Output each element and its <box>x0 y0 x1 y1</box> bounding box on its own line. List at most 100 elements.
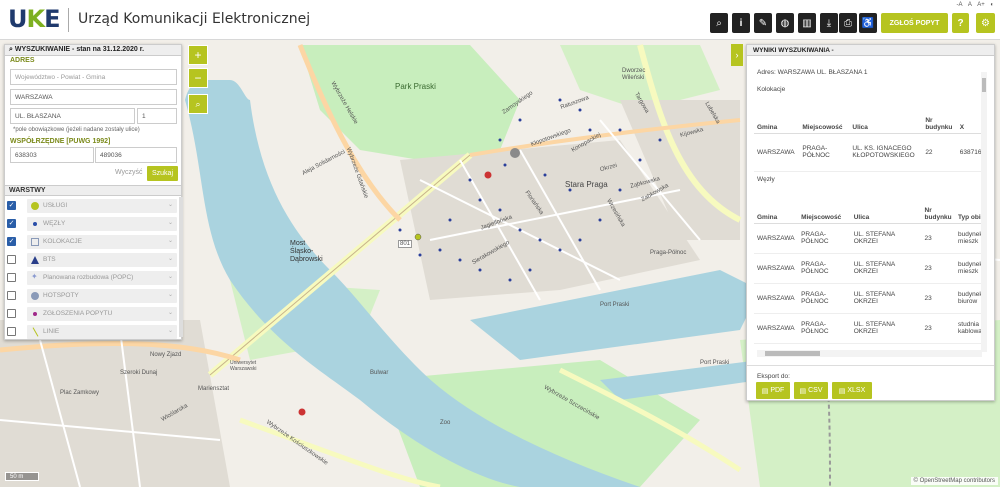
table-cell: PRAGA-PÓŁNOC <box>798 313 851 344</box>
table-header-cell[interactable]: Miejscowość <box>799 101 850 134</box>
table-cell: WARSZAWA <box>754 283 799 314</box>
table-header-cell[interactable]: Nr budynku <box>921 191 956 224</box>
zoom-out-button[interactable]: − <box>188 68 208 88</box>
map-label: Most Śląsko-Dąbrowski <box>290 240 323 263</box>
table-header-cell[interactable]: Gmina <box>754 191 799 224</box>
building-number-input[interactable]: 1 <box>137 108 177 124</box>
map-label: Mariensztat <box>198 386 230 392</box>
export-csv-button[interactable]: ▤ CSV <box>794 382 828 399</box>
font-normal-button[interactable]: A <box>968 2 972 8</box>
report-demand-button[interactable]: ZGŁOŚ POPYT <box>881 13 948 33</box>
search-tool-button[interactable]: ⌕ <box>710 13 728 33</box>
layer-label: LINIE <box>43 328 60 335</box>
globe-tool-button[interactable]: ◍ <box>776 13 794 33</box>
legend-tool-button[interactable]: ▥ <box>798 13 816 33</box>
layer-item[interactable]: ✦ Planowana rozbudowa (POPC) ⌄ <box>27 271 177 285</box>
accessibility-tool-button[interactable]: ♿ <box>859 13 877 33</box>
y-coordinate-input[interactable]: 489036 <box>95 147 177 163</box>
chevron-down-icon[interactable]: ⌄ <box>168 273 173 280</box>
layers-scrollbar[interactable] <box>179 197 183 337</box>
layer-row[interactable]: ✓ WĘZŁY ⌄ <box>5 216 177 232</box>
table-header-row: Gmina Miejscowość Ulica Nr budynku X <box>754 101 986 134</box>
info-tool-button[interactable]: i <box>732 13 750 33</box>
layer-row[interactable]: LINIE ⌄ <box>5 324 177 340</box>
layer-checkbox[interactable] <box>7 255 16 264</box>
chevron-down-icon[interactable]: ⌄ <box>168 255 173 262</box>
x-coordinate-input[interactable]: 638303 <box>10 147 94 163</box>
chevron-down-icon[interactable]: ⌄ <box>168 237 173 244</box>
layer-row[interactable]: ZGŁOSZENIA POPYTU ⌄ <box>5 306 177 322</box>
chevron-down-icon[interactable]: ⌄ <box>168 327 173 334</box>
zoom-in-button[interactable]: + <box>188 45 208 65</box>
table-header-cell[interactable]: Gmina <box>754 101 800 134</box>
table-row[interactable]: WARSZAWA PRAGA-PÓŁNOC UL. STEFANA OKRZEI 23… <box>754 283 986 314</box>
uke-logo[interactable]: UKE <box>8 6 61 32</box>
layer-checkbox[interactable] <box>7 291 16 300</box>
info-icon: i <box>739 17 743 29</box>
street-input[interactable]: UL. BŁASZANA <box>10 108 135 124</box>
results-horizontal-scrollbar[interactable] <box>757 350 982 357</box>
table-row[interactable]: WARSZAWA PRAGA-PÓŁNOC UL. STEFANA OKRZEI 23… <box>754 223 986 254</box>
layer-row[interactable]: BTS ⌄ <box>5 252 177 268</box>
layer-checkbox[interactable] <box>7 309 16 318</box>
layer-item[interactable]: BTS ⌄ <box>27 253 177 267</box>
required-note: *pole obowiązkowe (jeżeli nadane zostały… <box>13 127 140 133</box>
layers-header: WARSTWY <box>5 185 181 196</box>
layer-row[interactable]: ✦ Planowana rozbudowa (POPC) ⌄ <box>5 270 177 286</box>
settings-button[interactable]: ⚙ <box>976 13 995 33</box>
font-large-button[interactable]: A+ <box>977 2 985 8</box>
chevron-down-icon[interactable]: ⌄ <box>168 291 173 298</box>
map-attribution[interactable]: © OpenStreetMap contributors <box>910 477 998 485</box>
layer-item[interactable]: LINIE ⌄ <box>27 325 177 339</box>
help-button[interactable]: ? <box>952 13 969 33</box>
table-cell: UL. STEFANA OKRZEI <box>850 313 922 344</box>
layer-row[interactable]: ✓ USŁUGI ⌄ <box>5 198 177 214</box>
results-collapse-button[interactable]: › <box>731 44 743 66</box>
layer-item[interactable]: USŁUGI ⌄ <box>27 199 177 213</box>
layer-checkbox[interactable]: ✓ <box>7 237 16 246</box>
layer-item[interactable]: WĘZŁY ⌄ <box>27 217 177 231</box>
layer-item[interactable]: KOLOKACJE ⌄ <box>27 235 177 249</box>
layer-row[interactable]: ✓ KOLOKACJE ⌄ <box>5 234 177 250</box>
minus-icon: − <box>194 71 202 85</box>
font-small-button[interactable]: -A <box>957 2 963 8</box>
layer-checkbox[interactable] <box>7 273 16 282</box>
table-row[interactable]: WARSZAWA PRAGA-PÓŁNOC UL. KS. IGNACEGO KŁO… <box>754 133 986 172</box>
layer-item[interactable]: HOTSPOTY ⌄ <box>27 289 177 303</box>
table-header-cell[interactable]: Ulica <box>850 191 922 224</box>
layer-label: KOLOKACJE <box>43 238 83 245</box>
export-pdf-button[interactable]: ▤ PDF <box>756 382 790 399</box>
layer-symbol-icon <box>31 238 39 246</box>
font-size-controls: -A A A+ ◐ <box>953 2 995 8</box>
download-tool-button[interactable]: ⤓ <box>820 13 838 33</box>
table-header-cell[interactable]: Ulica <box>849 101 923 134</box>
search-icon: ⌕ <box>716 17 722 29</box>
zoom-search-button[interactable]: ⌕ <box>188 94 208 114</box>
search-button[interactable]: Szukaj <box>147 166 178 181</box>
layer-checkbox[interactable]: ✓ <box>7 201 16 210</box>
measure-tool-button[interactable]: ✎ <box>754 13 772 33</box>
chevron-down-icon[interactable]: ⌄ <box>168 309 173 316</box>
print-tool-button[interactable]: ⎙ <box>839 13 857 33</box>
region-input[interactable]: Województwo - Powiat - Gmina <box>10 69 177 85</box>
layer-item[interactable]: ZGŁOSZENIA POPYTU ⌄ <box>27 307 177 321</box>
chevron-down-icon[interactable]: ⌄ <box>168 201 173 208</box>
table-header-cell[interactable]: Nr budynku <box>922 101 957 134</box>
table-header-cell[interactable]: Miejscowość <box>798 191 851 224</box>
table-cell: UL. STEFANA OKRZEI <box>850 253 922 284</box>
contrast-button[interactable]: ◐ <box>990 2 994 8</box>
city-input[interactable]: WARSZAWA <box>10 89 177 105</box>
export-xlsx-button[interactable]: ▤ XLSX <box>832 382 872 399</box>
layer-checkbox[interactable] <box>7 327 16 336</box>
table-row[interactable]: WARSZAWA PRAGA-PÓŁNOC UL. STEFANA OKRZEI 23… <box>754 313 986 344</box>
table-row[interactable]: WARSZAWA PRAGA-PÓŁNOC UL. STEFANA OKRZEI 23… <box>754 253 986 284</box>
colocations-table: Gmina Miejscowość Ulica Nr budynku X WARSZAW… <box>754 101 986 172</box>
layer-checkbox[interactable]: ✓ <box>7 219 16 228</box>
clear-button[interactable]: Wyczyść <box>115 169 143 176</box>
table-cell: 23 <box>921 253 956 284</box>
chevron-down-icon[interactable]: ⌄ <box>168 219 173 226</box>
results-vertical-scrollbar[interactable] <box>981 72 987 352</box>
export-label: Eksport do: <box>757 373 790 380</box>
layer-row[interactable]: HOTSPOTY ⌄ <box>5 288 177 304</box>
map-scale: 50 m <box>5 472 39 481</box>
